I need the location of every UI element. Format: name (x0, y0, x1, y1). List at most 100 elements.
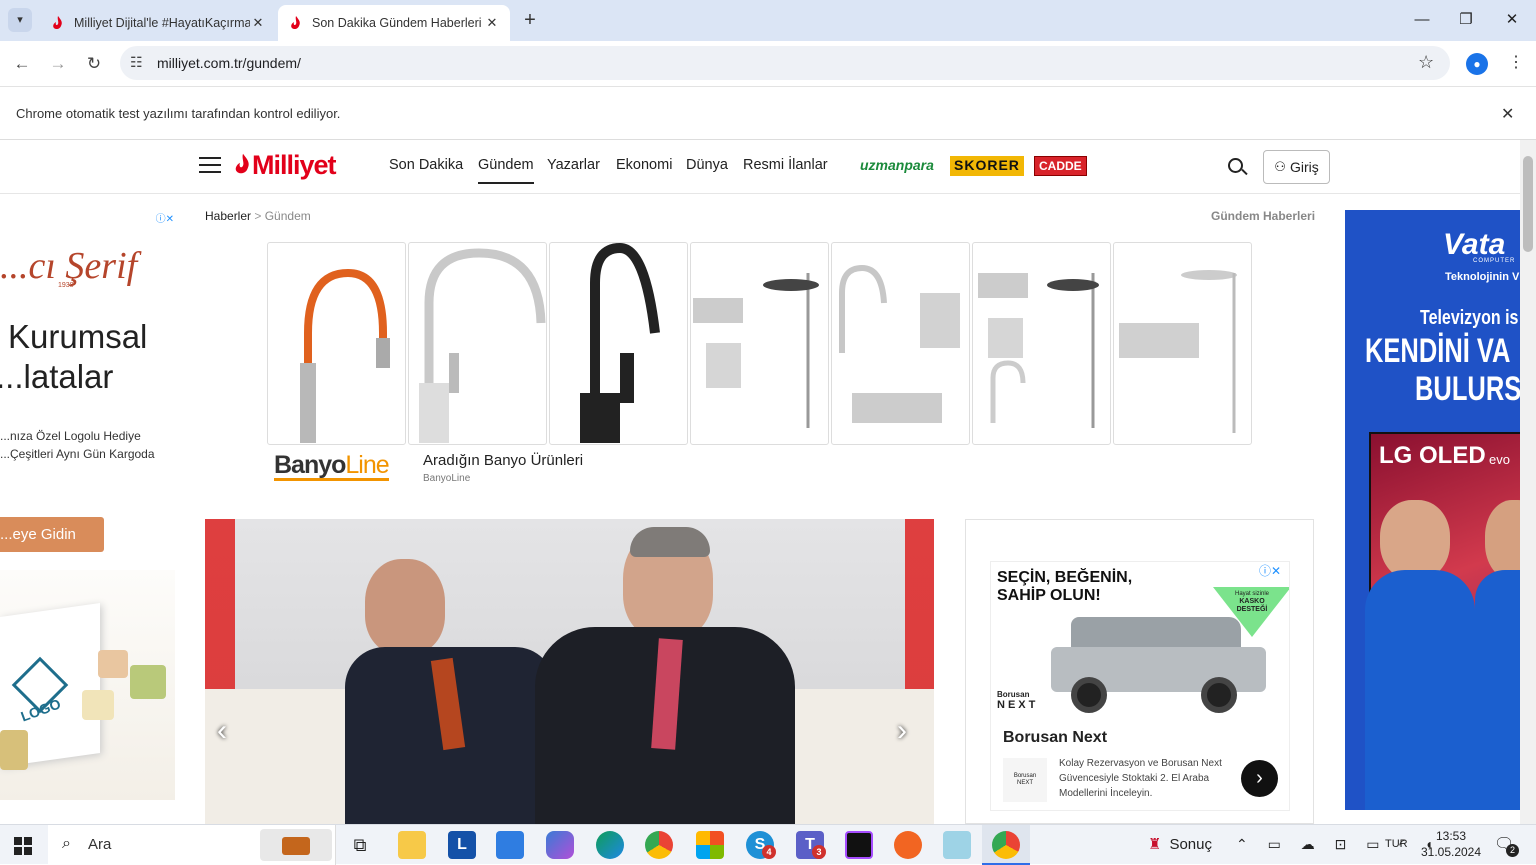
logo-part: Borusan (1013, 773, 1037, 779)
ad-choices-icon[interactable]: ⓘ✕ (142, 210, 174, 225)
logo-part: NEXT (1016, 780, 1033, 786)
product-tile-shower-set[interactable] (690, 242, 829, 445)
product-tile-shower-column[interactable] (1113, 242, 1252, 445)
minimize-button[interactable]: — (1402, 8, 1442, 32)
ad-title[interactable]: Aradığın Banyo Ürünleri (423, 452, 583, 469)
product-tile-chrome-faucet[interactable] (408, 242, 547, 445)
nav-gundem[interactable]: Gündem (478, 157, 534, 184)
ad-description: Kolay Rezervasyon ve Borusan Next Güvenc… (1059, 758, 1222, 799)
hamburger-menu-icon[interactable] (199, 157, 221, 173)
clock[interactable]: 13:53 31.05.2024 (1420, 828, 1482, 860)
banyoline-ad[interactable]: ⓘ✕ BanyoLine Aradığın Banyo Ürünleri Ban… (267, 242, 1253, 487)
bookmark-star-icon[interactable]: ☆ (1418, 52, 1434, 73)
product-tile-bath-mixer[interactable] (831, 242, 970, 445)
weather-widget[interactable]: ♜ Sonuç (1148, 835, 1212, 854)
ad-car-image (1051, 612, 1266, 713)
windows-taskbar: ⌕ Ara ⧉ L S4 T3 ♜ Sonuç ⌃ ▭ ☁ ⊡ ▭ ◜ ◖ TU… (0, 824, 1536, 865)
skorer-link[interactable]: SKORER (950, 156, 1024, 176)
vatan-logo-sub: COMPUTER (1473, 258, 1516, 264)
ad-next-button[interactable]: › (1241, 760, 1278, 797)
site-info-icon[interactable]: ☷ (130, 54, 143, 71)
mail-icon[interactable] (496, 831, 524, 859)
slider-next-arrow[interactable]: › (897, 714, 907, 748)
notepad-icon[interactable] (943, 831, 971, 859)
browser-tab-milliyet-dijital[interactable]: Milliyet Dijital'le #HayatıKaçırma ✕ (40, 5, 276, 41)
nav-resmi-ilanlar[interactable]: Resmi İlanlar (743, 157, 828, 173)
forward-button[interactable]: → (45, 51, 71, 77)
product-tile-set[interactable] (972, 242, 1111, 445)
file-explorer-icon[interactable] (398, 831, 426, 859)
right-skyscraper-ad[interactable]: Vata COMPUTER Teknolojinin V Televizyon … (1345, 210, 1520, 810)
logo-part: Banyo (274, 451, 346, 479)
l-app-icon[interactable]: L (448, 831, 476, 859)
breadcrumb-home[interactable]: Haberler (205, 209, 251, 223)
nav-ekonomi[interactable]: Ekonomi (616, 157, 672, 173)
restore-button[interactable]: ❐ (1446, 8, 1486, 32)
task-view-icon[interactable]: ⧉ (346, 831, 374, 859)
cadde-link[interactable]: CADDE (1034, 156, 1087, 176)
ad-cta-button[interactable]: ...eye Gidin (0, 517, 104, 552)
left-skyscraper-ad[interactable]: ⓘ✕ ...cı Şerif 1938 Kurumsal ...latalar … (0, 210, 175, 800)
close-infobar-button[interactable]: ✕ (1501, 104, 1514, 124)
browser-tab-gundem[interactable]: Son Dakika Gündem Haberleri ✕ (278, 5, 510, 41)
milliyet-favicon (50, 15, 66, 31)
intellij-icon[interactable] (845, 831, 873, 859)
milliyet-favicon (288, 15, 304, 31)
copilot-icon[interactable] (546, 831, 574, 859)
new-tab-button[interactable]: + (518, 10, 542, 32)
chrome-icon[interactable] (645, 831, 673, 859)
milliyet-logo[interactable]: Milliyet (234, 148, 337, 182)
ad-text: BULURS (1415, 370, 1520, 408)
ad-tagline: Teknolojinin V (1445, 271, 1520, 283)
ad-choices-icon[interactable]: ⓘ✕ (1259, 562, 1281, 579)
uzmanpara-link[interactable]: uzmanpara (860, 157, 934, 173)
tab-title: Milliyet Dijital'le #HayatıKaçırma (74, 16, 250, 30)
address-bar[interactable]: ☷ milliyet.com.tr/gundem/ ☆ (120, 46, 1450, 80)
menu-kebab-icon[interactable]: ⋮ (1508, 52, 1524, 72)
product-tile-orange-faucet[interactable] (267, 242, 406, 445)
skype-icon[interactable]: S4 (746, 831, 776, 859)
nba-icon: ♜ (1148, 836, 1162, 853)
close-icon[interactable]: ✕ (250, 15, 266, 31)
login-button[interactable]: ⚇ Giriş (1263, 150, 1330, 184)
system-tray[interactable]: ⌃ ▭ ☁ ⊡ ▭ ◜ ◖ (1236, 836, 1441, 853)
ad-headline: SAHİP OLUN! (997, 587, 1101, 604)
notification-center-icon[interactable]: 🗨 2 (1494, 834, 1519, 857)
tab-search-button[interactable]: ▾ (8, 8, 32, 32)
nav-yazarlar[interactable]: Yazarlar (547, 157, 600, 173)
ad-title[interactable]: Borusan Next (1003, 729, 1107, 747)
chrome-active-icon[interactable] (982, 825, 1030, 865)
search-icon[interactable] (1228, 158, 1248, 176)
scrollbar-thumb[interactable] (1523, 156, 1533, 252)
taskbar-search-box[interactable]: ⌕ Ara (48, 825, 336, 865)
ad-heading: ...latalar (0, 358, 114, 395)
ad-gift-box-image: LOGO (0, 570, 175, 800)
banyoline-logo[interactable]: BanyoLine (274, 451, 390, 481)
milliyet-flame-icon (235, 153, 249, 174)
profile-avatar[interactable]: ● (1466, 53, 1488, 75)
url-text[interactable]: milliyet.com.tr/gundem/ (157, 55, 301, 71)
nav-son-dakika[interactable]: Son Dakika (389, 157, 463, 173)
language-indicator[interactable]: TUR (1385, 838, 1408, 850)
close-window-button[interactable]: ✕ (1492, 8, 1532, 32)
postman-icon[interactable] (894, 831, 922, 859)
slider-prev-arrow[interactable]: ‹ (217, 714, 227, 748)
windows-start-icon[interactable] (14, 837, 32, 855)
headline-slider[interactable]: ‹ › (205, 519, 934, 824)
page-scrollbar[interactable] (1520, 140, 1536, 824)
clock-time: 13:53 (1435, 829, 1467, 843)
teams-icon[interactable]: T3 (796, 831, 826, 859)
notification-count: 2 (1506, 844, 1519, 857)
product-tile-black-faucet[interactable] (549, 242, 688, 445)
ad-text: KENDİNİ VA (1365, 332, 1511, 370)
close-icon[interactable]: ✕ (484, 15, 500, 31)
nav-dunya[interactable]: Dünya (686, 157, 728, 173)
breadcrumb-current[interactable]: Gündem (265, 209, 311, 223)
reload-button[interactable]: ↻ (81, 51, 107, 77)
edge-icon[interactable] (596, 831, 624, 859)
login-label: Giriş (1289, 159, 1319, 175)
ad-text: ...nıza Özel Logolu Hediye (0, 429, 141, 443)
borusan-ad[interactable]: ⓘ✕ SEÇİN, BEĞENİN, SAHİP OLUN! Hayat siz… (990, 561, 1290, 811)
store-icon[interactable] (696, 831, 724, 859)
back-button[interactable]: ← (9, 51, 35, 77)
